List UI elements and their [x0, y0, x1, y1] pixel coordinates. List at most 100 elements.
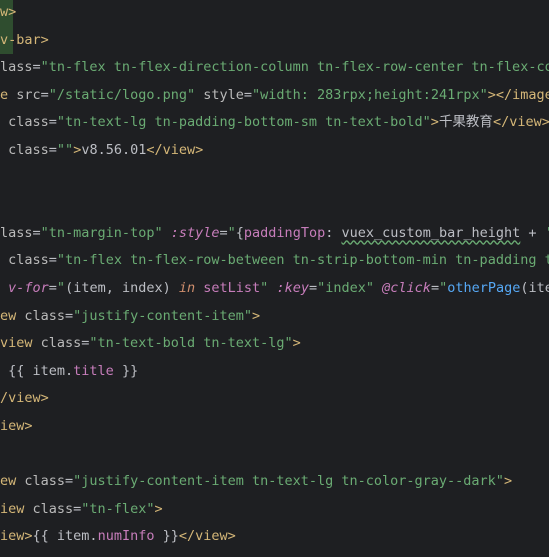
code-token: .	[89, 528, 98, 545]
code-token: =	[430, 280, 440, 296]
code-token: paddingTop	[243, 224, 326, 241]
code-token: v8.56.01	[81, 142, 147, 158]
code-token: :style	[170, 224, 220, 241]
code-token: w>	[0, 4, 17, 20]
code-token: item	[32, 362, 66, 379]
code-token: "width: 283rpx;height:241rpx"	[252, 86, 488, 103]
code-token: "justify-content-item"	[73, 307, 252, 324]
code-token: "tn-flex tn-flex-row-between tn-strip-bo…	[56, 252, 549, 269]
code-line[interactable]: /view>	[0, 384, 49, 412]
code-token: =	[40, 86, 49, 103]
code-token: 千果教育	[438, 114, 493, 131]
code-token: "tn-flex"	[81, 500, 155, 517]
code-token: +	[520, 224, 545, 241]
code-line[interactable]: ew class="justify-content-item tn-text-l…	[0, 467, 512, 495]
code-token: >	[195, 142, 204, 158]
code-token: iew>	[0, 418, 33, 434]
code-token: "	[227, 224, 236, 241]
code-token: in	[178, 280, 196, 296]
code-token: class	[24, 473, 66, 490]
code-token: =	[48, 142, 57, 158]
code-token: }}	[113, 362, 139, 379]
code-token: vuex_custom_bar_height	[341, 224, 521, 241]
code-token: class	[32, 500, 74, 517]
code-line[interactable]: e src="/static/logo.png" style="width: 2…	[0, 81, 549, 109]
code-token: style	[203, 86, 244, 103]
code-token: >	[292, 335, 301, 352]
code-token: ""	[56, 142, 74, 158]
code-token: =	[65, 307, 74, 324]
code-line[interactable]: ew class="justify-content-item">	[0, 302, 260, 330]
code-token: ew	[0, 473, 25, 490]
code-token: view	[509, 114, 542, 131]
code-token: iew>	[0, 528, 33, 545]
code-line[interactable]: iew>	[0, 412, 33, 440]
code-token: /	[0, 390, 9, 407]
code-line[interactable]: class="tn-text-lg tn-padding-bottom-sm t…	[0, 108, 549, 136]
code-token: >	[541, 114, 549, 131]
code-token: class	[24, 307, 66, 324]
code-line[interactable]: view class="tn-text-bold tn-text-lg">	[0, 329, 301, 357]
code-token: src	[16, 86, 41, 103]
code-token: "	[439, 280, 448, 296]
code-token: =	[65, 473, 74, 490]
code-token: "index"	[317, 280, 375, 296]
code-line[interactable]: iew>{{ item.numInfo }}</view>	[0, 522, 236, 550]
code-token: :	[325, 224, 342, 241]
code-token: lass	[0, 59, 33, 76]
code-line[interactable]: w>	[0, 0, 16, 26]
code-line[interactable]: class="">v8.56.01</view>	[0, 136, 203, 164]
code-token: @click	[382, 280, 431, 296]
code-line[interactable]: v-for="(item, index) in setList" :key="i…	[0, 274, 549, 302]
code-token: {{	[32, 528, 57, 545]
code-token: </	[146, 142, 163, 158]
code-line[interactable]: {{ item.title }}	[0, 357, 138, 385]
code-token: view	[8, 390, 41, 407]
code-token: =	[243, 86, 253, 103]
code-token: =	[308, 280, 318, 296]
code-token: </	[492, 114, 510, 131]
code-token: ></	[487, 86, 513, 103]
code-line[interactable]: lass="tn-margin-top" :style="{paddingTop…	[0, 219, 549, 247]
code-token: >	[430, 114, 439, 131]
code-token: setList	[203, 280, 261, 296]
code-line[interactable]: iew class="tn-flex">	[0, 495, 163, 523]
code-line[interactable]: class="tn-flex tn-flex-row-between tn-st…	[0, 246, 549, 274]
code-token: "/static/logo.png"	[48, 86, 196, 103]
code-token: .	[65, 362, 74, 379]
code-token: e	[0, 86, 17, 103]
code-editor[interactable]: w> v-bar> lass="tn-flex tn-flex-direction-…	[0, 0, 549, 557]
code-token: class	[0, 142, 49, 158]
code-token: 'p	[545, 225, 549, 241]
code-token: }}	[154, 528, 179, 545]
code-token: class	[0, 114, 49, 131]
code-token: view	[162, 142, 196, 158]
code-token: v-for	[0, 280, 49, 296]
code-token: (item	[520, 280, 549, 296]
code-token: "	[56, 280, 66, 296]
code-token: view	[0, 335, 41, 352]
code-token: iew	[0, 500, 33, 517]
code-token: =	[32, 224, 41, 241]
code-token: "tn-margin-top"	[40, 224, 163, 241]
code-token: "justify-content-item tn-text-lg tn-colo…	[73, 473, 504, 490]
code-token: </	[178, 528, 196, 545]
code-token: {{	[0, 362, 33, 379]
code-token: >	[154, 500, 163, 517]
code-token: view	[195, 528, 228, 545]
code-token: lass	[0, 224, 33, 241]
code-token: >	[503, 473, 513, 490]
code-token: =	[48, 280, 57, 296]
code-token: image	[512, 86, 549, 103]
code-token: class	[0, 252, 49, 269]
code-line[interactable]: lass="tn-flex tn-flex-direction-column t…	[0, 53, 549, 81]
code-token: class	[40, 335, 82, 352]
code-token: numInfo	[97, 528, 155, 545]
code-line[interactable]: v-bar>	[0, 25, 49, 54]
code-token: >	[40, 390, 49, 407]
code-token: "tn-flex tn-flex-direction-column tn-fle…	[40, 59, 549, 76]
code-token: =	[219, 224, 228, 241]
code-token: >	[251, 307, 261, 324]
